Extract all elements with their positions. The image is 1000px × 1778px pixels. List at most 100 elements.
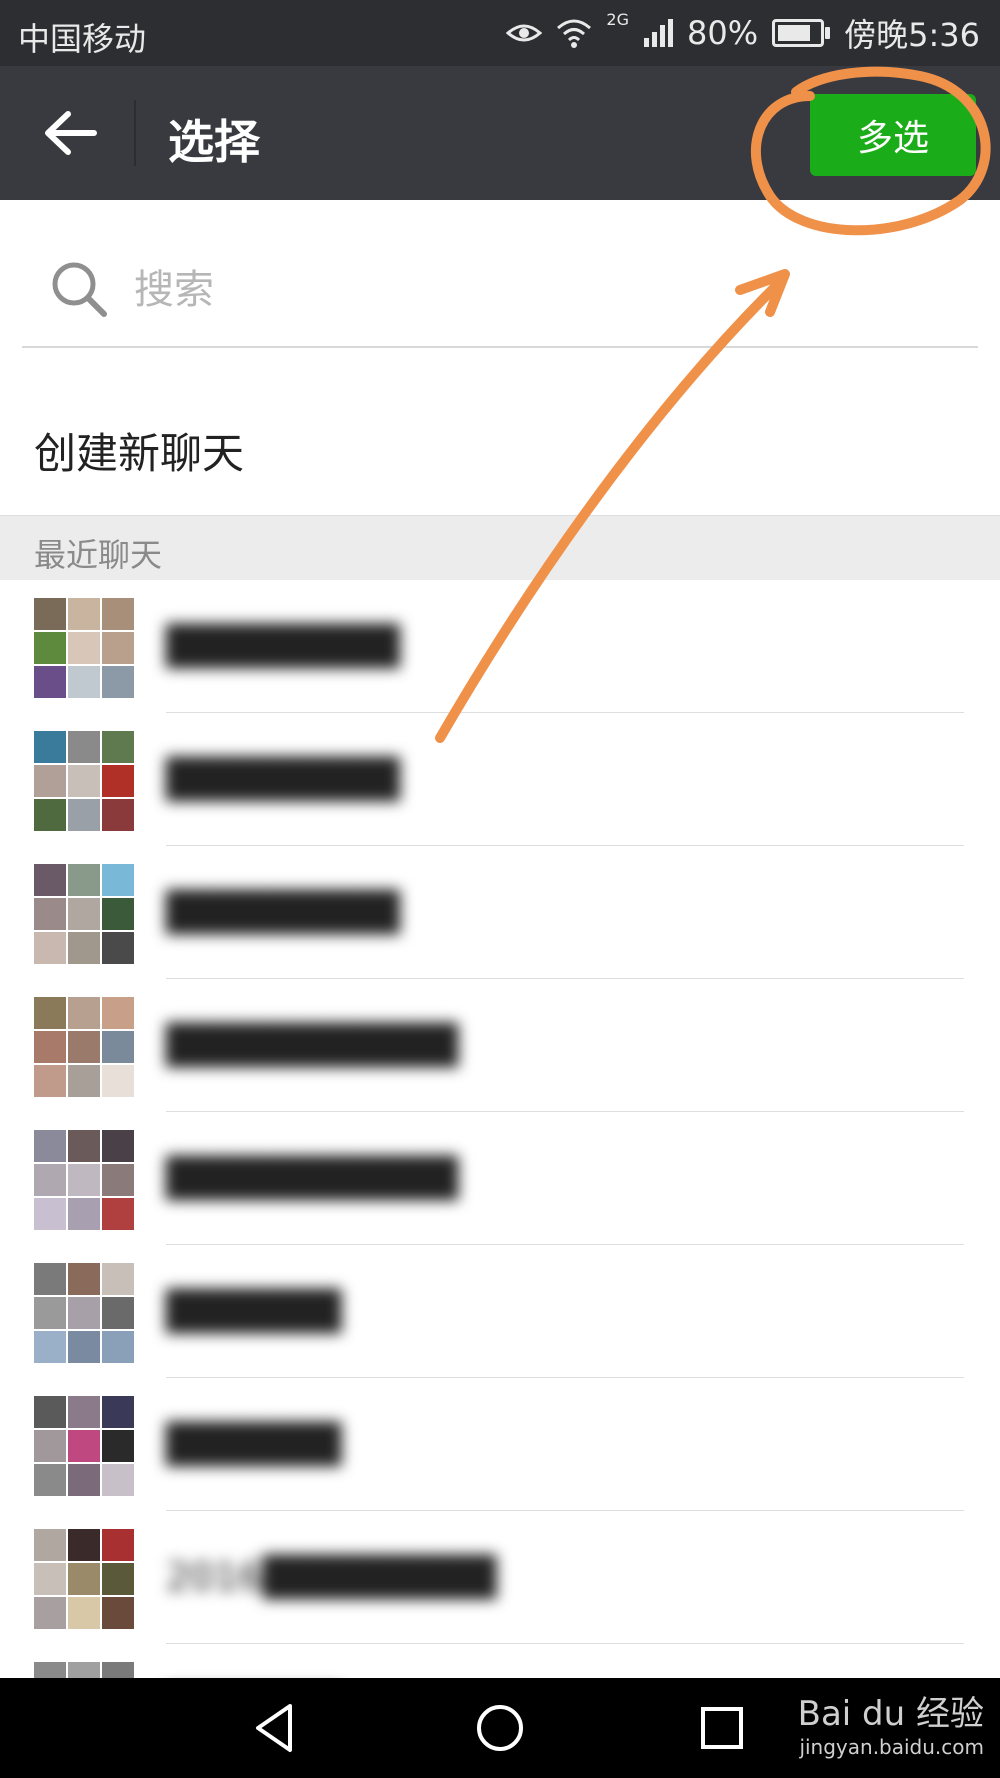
group-avatar bbox=[34, 1662, 134, 1678]
avatar-tile bbox=[68, 1464, 100, 1496]
group-avatar bbox=[34, 598, 134, 698]
chat-items: ████████ ████████ ████████ ██████████ ██████… bbox=[0, 580, 1000, 1678]
watermark-main: Bai du 经验 bbox=[797, 1694, 984, 1734]
avatar-tile bbox=[68, 932, 100, 964]
nav-recents-icon[interactable] bbox=[690, 1696, 754, 1760]
avatar-tile bbox=[34, 898, 66, 930]
search-input[interactable] bbox=[132, 254, 956, 326]
avatar-tile bbox=[34, 1164, 66, 1196]
avatar-tile bbox=[102, 898, 134, 930]
avatar-tile bbox=[34, 1396, 66, 1428]
avatar-tile bbox=[68, 1331, 100, 1363]
back-arrow-icon[interactable] bbox=[34, 96, 108, 170]
eye-icon bbox=[506, 24, 543, 42]
avatar-tile bbox=[34, 1198, 66, 1230]
network-type-label: 2G bbox=[606, 10, 629, 29]
avatar-tile bbox=[68, 765, 100, 797]
create-new-chat-label: 创建新聊天 bbox=[34, 429, 245, 478]
avatar-tile bbox=[68, 1563, 100, 1595]
avatar-tile bbox=[34, 1331, 66, 1363]
avatar-tile bbox=[68, 1297, 100, 1329]
nav-back-icon[interactable] bbox=[244, 1696, 308, 1760]
chat-list-item[interactable]: ██████ bbox=[0, 1245, 1000, 1378]
avatar-tile bbox=[102, 1031, 134, 1063]
avatar-tile bbox=[68, 1065, 100, 1097]
avatar-tile bbox=[34, 1263, 66, 1295]
avatar-tile bbox=[68, 1597, 100, 1629]
avatar-tile bbox=[34, 997, 66, 1029]
avatar-tile bbox=[102, 1164, 134, 1196]
chat-list-item[interactable]: ██████ bbox=[0, 1644, 1000, 1678]
chat-list-item[interactable]: ██████████ bbox=[0, 1112, 1000, 1245]
avatar-tile bbox=[102, 1130, 134, 1162]
signal-icon bbox=[644, 19, 673, 47]
group-avatar bbox=[34, 1396, 134, 1496]
chat-name: ██████████ bbox=[166, 1023, 459, 1067]
avatar-tile bbox=[102, 1297, 134, 1329]
chat-name: ████████ bbox=[166, 757, 400, 801]
chat-name: ██████████ bbox=[166, 1156, 459, 1200]
nav-home-icon[interactable] bbox=[468, 1696, 532, 1760]
avatar-tile bbox=[34, 598, 66, 630]
group-avatar bbox=[34, 1263, 134, 1363]
avatar-tile bbox=[102, 864, 134, 896]
status-bar: 中国移动 2G 80% 傍晚5:36 bbox=[0, 0, 1000, 66]
avatar-tile bbox=[102, 632, 134, 664]
avatar-tile bbox=[102, 1662, 134, 1678]
recent-chats-header: 最近聊天 bbox=[0, 516, 1000, 580]
avatar-tile bbox=[102, 932, 134, 964]
chat-list-item[interactable]: ██████ bbox=[0, 1378, 1000, 1511]
search-bar[interactable] bbox=[22, 244, 978, 348]
search-icon bbox=[52, 262, 107, 317]
battery-percent: 80% bbox=[687, 14, 759, 52]
avatar-tile bbox=[68, 997, 100, 1029]
chat-list-item[interactable]: ██████████ bbox=[0, 979, 1000, 1112]
watermark-sub: jingyan.baidu.com bbox=[799, 1735, 984, 1759]
avatar-tile bbox=[34, 1430, 66, 1462]
avatar-tile bbox=[102, 997, 134, 1029]
avatar-tile bbox=[34, 1464, 66, 1496]
chat-name: ████████ bbox=[166, 624, 400, 668]
page-title: 选择 bbox=[168, 115, 260, 169]
avatar-tile bbox=[68, 1430, 100, 1462]
avatar-tile bbox=[34, 864, 66, 896]
title-divider bbox=[134, 100, 136, 166]
group-avatar bbox=[34, 1529, 134, 1629]
avatar-tile bbox=[34, 1597, 66, 1629]
chat-name: ████████ bbox=[166, 890, 400, 934]
avatar-tile bbox=[68, 799, 100, 831]
multi-select-button[interactable]: 多选 bbox=[810, 94, 976, 176]
avatar-tile bbox=[102, 598, 134, 630]
avatar-tile bbox=[68, 898, 100, 930]
avatar-tile bbox=[68, 1164, 100, 1196]
avatar-tile bbox=[68, 1031, 100, 1063]
avatar-tile bbox=[102, 1331, 134, 1363]
avatar-tile bbox=[102, 1065, 134, 1097]
avatar-tile bbox=[102, 1198, 134, 1230]
recent-chats-list: ████████ ████████ ████████ ██████████ ██████… bbox=[0, 580, 1000, 1678]
avatar-tile bbox=[68, 598, 100, 630]
avatar-tile bbox=[102, 1464, 134, 1496]
group-avatar bbox=[34, 731, 134, 831]
avatar-tile bbox=[102, 799, 134, 831]
create-new-chat-item[interactable]: 创建新聊天 bbox=[0, 380, 1000, 516]
battery-icon bbox=[772, 19, 831, 47]
wifi-icon bbox=[557, 19, 592, 48]
avatar-tile bbox=[34, 1065, 66, 1097]
avatar-tile bbox=[34, 666, 66, 698]
carrier-label: 中国移动 bbox=[18, 20, 147, 58]
status-icons: 2G 80% 傍晚5:36 bbox=[506, 10, 980, 56]
avatar-tile bbox=[102, 1563, 134, 1595]
avatar-tile bbox=[102, 731, 134, 763]
avatar-tile bbox=[68, 632, 100, 664]
chat-list-item[interactable]: ████████ bbox=[0, 846, 1000, 979]
chat-list-item[interactable]: ████████ bbox=[0, 580, 1000, 713]
title-bar: 选择 多选 bbox=[0, 66, 1000, 200]
avatar-tile bbox=[34, 799, 66, 831]
chat-name: ██████ bbox=[166, 1422, 342, 1466]
chat-list-item[interactable]: ████████ bbox=[0, 713, 1000, 846]
avatar-tile bbox=[68, 1130, 100, 1162]
chat-list-item[interactable]: 2016████████ bbox=[0, 1511, 1000, 1644]
navigation-bar: Bai du 经验 jingyan.baidu.com bbox=[0, 1678, 1000, 1778]
avatar-tile bbox=[102, 1430, 134, 1462]
